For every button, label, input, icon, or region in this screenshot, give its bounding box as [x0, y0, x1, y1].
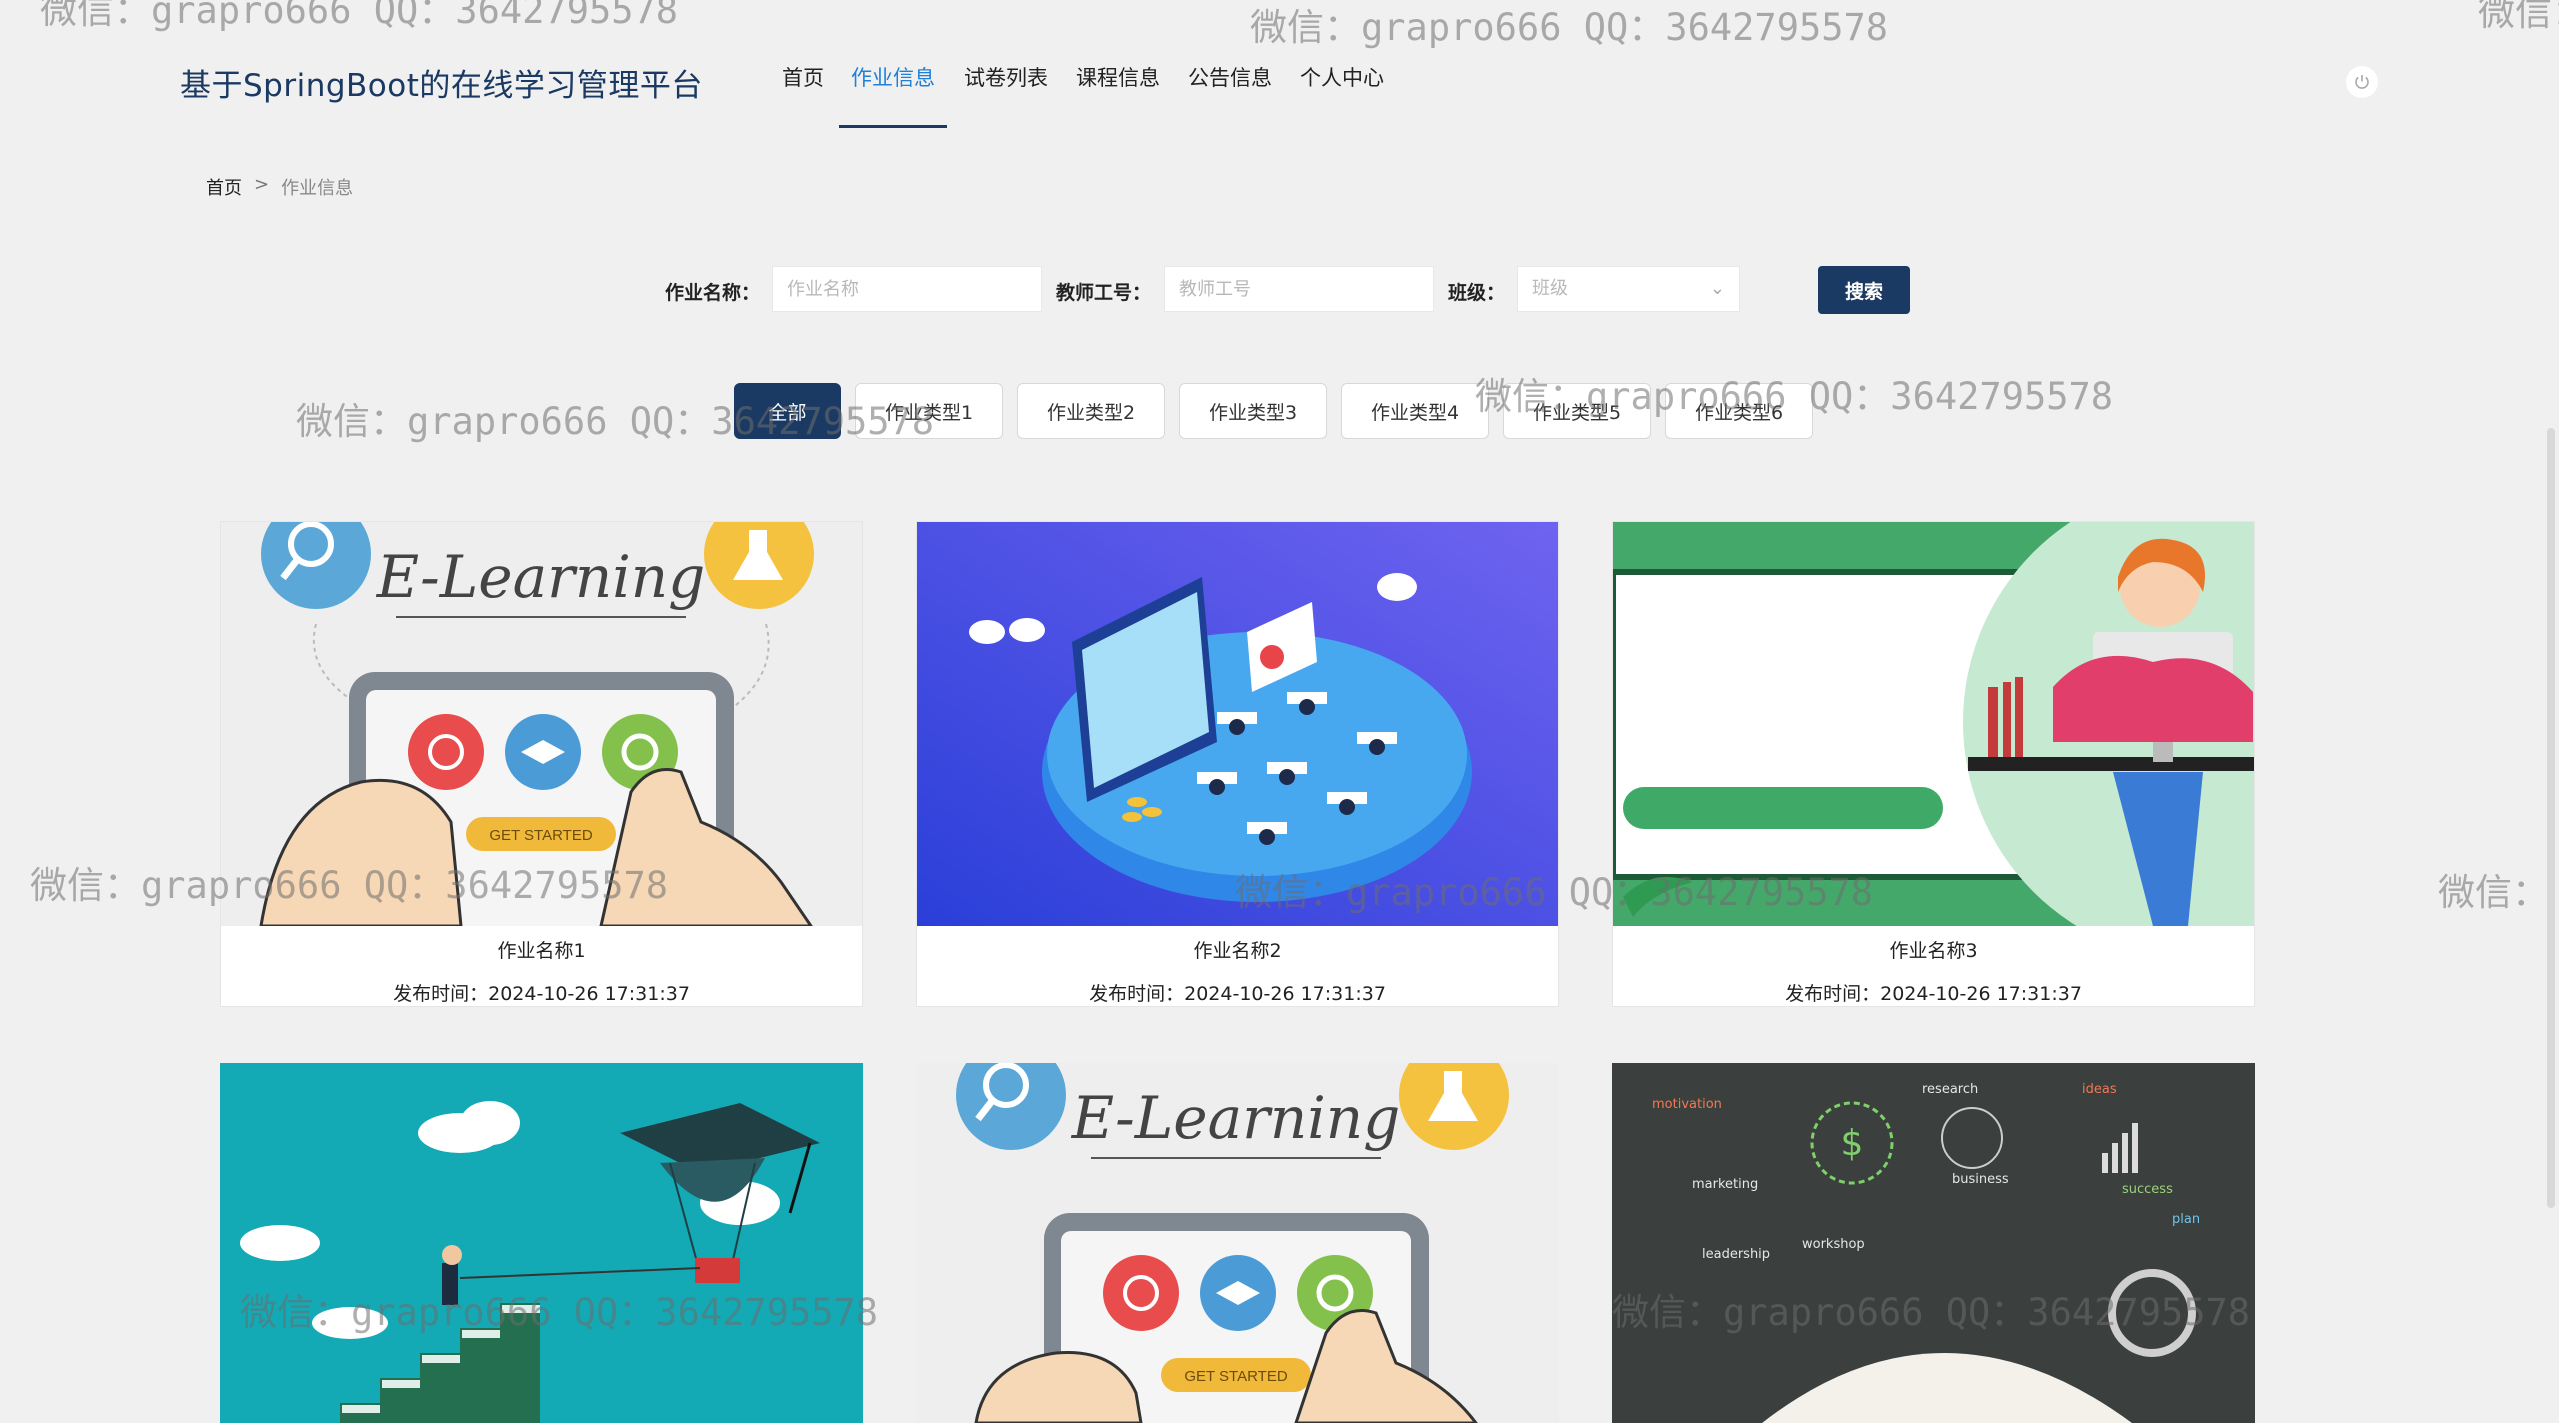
homework-card-image: motivation research marketing business w… [1612, 1063, 2255, 1423]
svg-text:workshop: workshop [1802, 1237, 1865, 1252]
homework-card-image [220, 1063, 863, 1423]
category-all[interactable]: 全部 [734, 383, 841, 439]
homework-card-title: 作业名称2 [1193, 940, 1282, 962]
homework-card-time: 发布时间：2024-10-26 17:31:37 [393, 983, 690, 1005]
svg-text:leadership: leadership [1702, 1247, 1770, 1262]
class-select[interactable]: 班级 ⌄ [1517, 266, 1740, 312]
svg-text:business: business [1952, 1172, 2009, 1187]
category-type5[interactable]: 作业类型5 [1503, 383, 1651, 439]
svg-text:$: $ [1841, 1123, 1864, 1164]
homework-card-image: E-Learning GET STARTED [916, 1063, 1559, 1423]
homework-card-image [917, 522, 1558, 926]
homework-card-image: E-Learning GET STARTED [221, 522, 862, 926]
homework-card-title: 作业名称3 [1889, 940, 1978, 962]
elearning-title: E-Learning [1071, 1084, 1401, 1152]
homework-card[interactable]: E-Learning GET STARTED 作业名称1 发布时间：2024-1… [220, 521, 863, 1007]
category-type6[interactable]: 作业类型6 [1665, 383, 1813, 439]
breadcrumb: 首页 > 作业信息 [206, 174, 353, 200]
homework-name-input[interactable] [772, 266, 1042, 312]
get-started-label: GET STARTED [1184, 1368, 1288, 1385]
svg-text:ideas: ideas [2082, 1082, 2117, 1097]
main-nav: 首页 作业信息 试卷列表 课程信息 公告信息 个人中心 [782, 62, 1384, 128]
homework-card[interactable]: E-Learning GET STARTED [916, 1063, 1559, 1423]
nav-courses[interactable]: 课程信息 [1076, 62, 1160, 128]
category-type1[interactable]: 作业类型1 [855, 383, 1003, 439]
get-started-label: GET STARTED [489, 827, 593, 844]
category-type4[interactable]: 作业类型4 [1341, 383, 1489, 439]
homework-card[interactable]: 作业名称3 发布时间：2024-10-26 17:31:37 [1612, 521, 2255, 1007]
homework-card-time: 发布时间：2024-10-26 17:31:37 [1089, 983, 1386, 1005]
page-scrollbar[interactable] [2547, 428, 2555, 1208]
homework-card-image [1613, 522, 2254, 926]
nav-homework[interactable]: 作业信息 [839, 62, 947, 128]
breadcrumb-home[interactable]: 首页 [206, 174, 242, 200]
site-brand: 基于SpringBoot的在线学习管理平台 [180, 68, 703, 104]
category-filter: 全部 作业类型1 作业类型2 作业类型3 作业类型4 作业类型5 作业类型6 [734, 383, 1813, 439]
breadcrumb-current: 作业信息 [281, 178, 354, 199]
teacher-id-input[interactable] [1164, 266, 1434, 312]
watermark: 微信： [2438, 871, 2549, 914]
search-button[interactable]: 搜索 [1818, 266, 1910, 314]
power-icon[interactable] [2346, 66, 2378, 98]
svg-text:motivation: motivation [1652, 1097, 1722, 1112]
class-select-placeholder: 班级 [1532, 278, 1568, 299]
nav-profile[interactable]: 个人中心 [1300, 62, 1384, 128]
search-bar: 作业名称： 教师工号： 班级： 班级 ⌄ 搜索 [0, 266, 2559, 314]
category-type3[interactable]: 作业类型3 [1179, 383, 1327, 439]
nav-exam-list[interactable]: 试卷列表 [964, 62, 1048, 128]
homework-card-time: 发布时间：2024-10-26 17:31:37 [1785, 983, 2082, 1005]
svg-text:plan: plan [2172, 1212, 2200, 1227]
nav-home[interactable]: 首页 [782, 62, 824, 128]
homework-card[interactable] [220, 1063, 863, 1423]
svg-text:research: research [1922, 1082, 1978, 1097]
class-label: 班级： [1448, 282, 1506, 304]
homework-card-title: 作业名称1 [497, 940, 586, 962]
svg-text:marketing: marketing [1692, 1177, 1758, 1192]
homework-card[interactable]: motivation research marketing business w… [1612, 1063, 2255, 1423]
chevron-down-icon: ⌄ [1709, 278, 1725, 299]
nav-notices[interactable]: 公告信息 [1188, 62, 1272, 128]
teacher-id-label: 教师工号： [1056, 282, 1152, 304]
watermark: 微信：grapro666 QQ：3642795578 [1250, 6, 1889, 49]
homework-name-label: 作业名称： [665, 282, 761, 304]
homework-card[interactable]: 作业名称2 发布时间：2024-10-26 17:31:37 [916, 521, 1559, 1007]
category-type2[interactable]: 作业类型2 [1017, 383, 1165, 439]
watermark: 微信： [2478, 0, 2559, 34]
breadcrumb-separator: > [254, 174, 270, 195]
watermark: 微信：grapro666 QQ：3642795578 [40, 0, 679, 32]
elearning-title: E-Learning [376, 543, 706, 611]
svg-text:success: success [2122, 1182, 2173, 1197]
